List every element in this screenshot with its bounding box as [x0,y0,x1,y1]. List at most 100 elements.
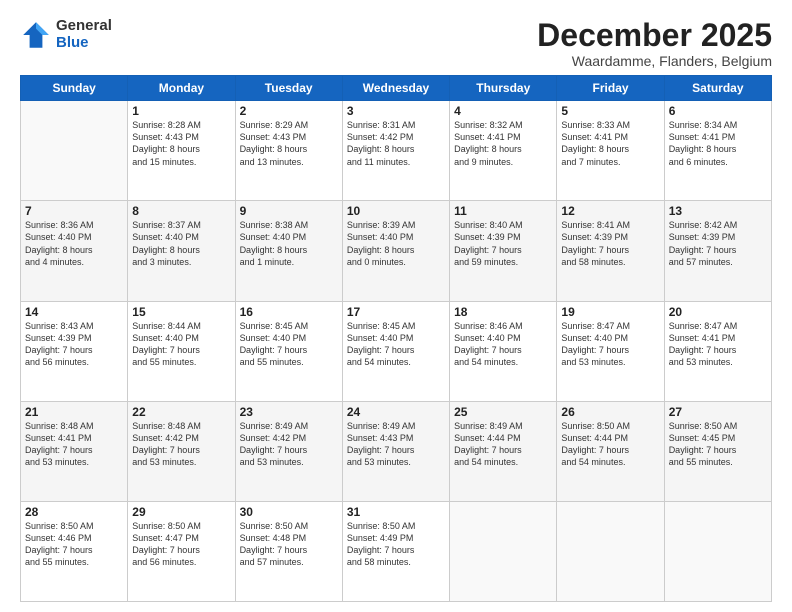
table-row: 29Sunrise: 8:50 AMSunset: 4:47 PMDayligh… [128,501,235,601]
day-number: 15 [132,305,230,319]
week-row-5: 28Sunrise: 8:50 AMSunset: 4:46 PMDayligh… [21,501,772,601]
logo-text: General Blue [56,18,112,51]
table-row [664,501,771,601]
day-info: Sunrise: 8:47 AMSunset: 4:40 PMDaylight:… [561,320,659,369]
table-row: 18Sunrise: 8:46 AMSunset: 4:40 PMDayligh… [450,301,557,401]
day-info: Sunrise: 8:50 AMSunset: 4:49 PMDaylight:… [347,520,445,569]
day-number: 24 [347,405,445,419]
header-saturday: Saturday [664,76,771,101]
day-number: 28 [25,505,123,519]
table-row: 22Sunrise: 8:48 AMSunset: 4:42 PMDayligh… [128,401,235,501]
week-row-4: 21Sunrise: 8:48 AMSunset: 4:41 PMDayligh… [21,401,772,501]
table-row: 9Sunrise: 8:38 AMSunset: 4:40 PMDaylight… [235,201,342,301]
day-info: Sunrise: 8:47 AMSunset: 4:41 PMDaylight:… [669,320,767,369]
week-row-1: 1Sunrise: 8:28 AMSunset: 4:43 PMDaylight… [21,101,772,201]
day-number: 30 [240,505,338,519]
day-number: 20 [669,305,767,319]
table-row [21,101,128,201]
day-info: Sunrise: 8:34 AMSunset: 4:41 PMDaylight:… [669,119,767,168]
day-number: 21 [25,405,123,419]
day-info: Sunrise: 8:46 AMSunset: 4:40 PMDaylight:… [454,320,552,369]
table-row: 12Sunrise: 8:41 AMSunset: 4:39 PMDayligh… [557,201,664,301]
day-info: Sunrise: 8:31 AMSunset: 4:42 PMDaylight:… [347,119,445,168]
logo-icon [20,19,52,51]
day-number: 14 [25,305,123,319]
day-info: Sunrise: 8:49 AMSunset: 4:44 PMDaylight:… [454,420,552,469]
day-number: 31 [347,505,445,519]
day-number: 1 [132,104,230,118]
weekday-header-row: Sunday Monday Tuesday Wednesday Thursday… [21,76,772,101]
day-info: Sunrise: 8:39 AMSunset: 4:40 PMDaylight:… [347,219,445,268]
logo-general-text: General [56,18,112,35]
table-row: 26Sunrise: 8:50 AMSunset: 4:44 PMDayligh… [557,401,664,501]
table-row: 6Sunrise: 8:34 AMSunset: 4:41 PMDaylight… [664,101,771,201]
day-number: 19 [561,305,659,319]
logo-blue-text: Blue [56,35,112,52]
day-number: 13 [669,204,767,218]
table-row: 27Sunrise: 8:50 AMSunset: 4:45 PMDayligh… [664,401,771,501]
day-number: 17 [347,305,445,319]
day-number: 18 [454,305,552,319]
table-row: 31Sunrise: 8:50 AMSunset: 4:49 PMDayligh… [342,501,449,601]
table-row: 8Sunrise: 8:37 AMSunset: 4:40 PMDaylight… [128,201,235,301]
day-number: 29 [132,505,230,519]
day-info: Sunrise: 8:44 AMSunset: 4:40 PMDaylight:… [132,320,230,369]
week-row-3: 14Sunrise: 8:43 AMSunset: 4:39 PMDayligh… [21,301,772,401]
table-row: 4Sunrise: 8:32 AMSunset: 4:41 PMDaylight… [450,101,557,201]
day-info: Sunrise: 8:49 AMSunset: 4:43 PMDaylight:… [347,420,445,469]
day-number: 25 [454,405,552,419]
header-thursday: Thursday [450,76,557,101]
location-subtitle: Waardamme, Flanders, Belgium [537,53,772,69]
day-number: 10 [347,204,445,218]
logo: General Blue [20,18,112,51]
table-row: 24Sunrise: 8:49 AMSunset: 4:43 PMDayligh… [342,401,449,501]
table-row: 25Sunrise: 8:49 AMSunset: 4:44 PMDayligh… [450,401,557,501]
table-row: 16Sunrise: 8:45 AMSunset: 4:40 PMDayligh… [235,301,342,401]
day-number: 3 [347,104,445,118]
table-row: 11Sunrise: 8:40 AMSunset: 4:39 PMDayligh… [450,201,557,301]
table-row: 1Sunrise: 8:28 AMSunset: 4:43 PMDaylight… [128,101,235,201]
header-wednesday: Wednesday [342,76,449,101]
day-info: Sunrise: 8:43 AMSunset: 4:39 PMDaylight:… [25,320,123,369]
day-info: Sunrise: 8:40 AMSunset: 4:39 PMDaylight:… [454,219,552,268]
calendar-table: Sunday Monday Tuesday Wednesday Thursday… [20,75,772,602]
day-info: Sunrise: 8:32 AMSunset: 4:41 PMDaylight:… [454,119,552,168]
header-monday: Monday [128,76,235,101]
day-number: 7 [25,204,123,218]
day-info: Sunrise: 8:41 AMSunset: 4:39 PMDaylight:… [561,219,659,268]
table-row: 19Sunrise: 8:47 AMSunset: 4:40 PMDayligh… [557,301,664,401]
day-info: Sunrise: 8:48 AMSunset: 4:42 PMDaylight:… [132,420,230,469]
day-info: Sunrise: 8:50 AMSunset: 4:48 PMDaylight:… [240,520,338,569]
day-number: 23 [240,405,338,419]
day-info: Sunrise: 8:28 AMSunset: 4:43 PMDaylight:… [132,119,230,168]
title-block: December 2025 Waardamme, Flanders, Belgi… [537,18,772,69]
day-number: 5 [561,104,659,118]
table-row: 30Sunrise: 8:50 AMSunset: 4:48 PMDayligh… [235,501,342,601]
header-sunday: Sunday [21,76,128,101]
table-row: 21Sunrise: 8:48 AMSunset: 4:41 PMDayligh… [21,401,128,501]
day-info: Sunrise: 8:38 AMSunset: 4:40 PMDaylight:… [240,219,338,268]
day-info: Sunrise: 8:50 AMSunset: 4:44 PMDaylight:… [561,420,659,469]
table-row: 5Sunrise: 8:33 AMSunset: 4:41 PMDaylight… [557,101,664,201]
day-info: Sunrise: 8:50 AMSunset: 4:45 PMDaylight:… [669,420,767,469]
day-info: Sunrise: 8:33 AMSunset: 4:41 PMDaylight:… [561,119,659,168]
day-info: Sunrise: 8:50 AMSunset: 4:46 PMDaylight:… [25,520,123,569]
table-row: 2Sunrise: 8:29 AMSunset: 4:43 PMDaylight… [235,101,342,201]
day-number: 9 [240,204,338,218]
table-row: 15Sunrise: 8:44 AMSunset: 4:40 PMDayligh… [128,301,235,401]
day-info: Sunrise: 8:49 AMSunset: 4:42 PMDaylight:… [240,420,338,469]
day-number: 26 [561,405,659,419]
day-info: Sunrise: 8:36 AMSunset: 4:40 PMDaylight:… [25,219,123,268]
week-row-2: 7Sunrise: 8:36 AMSunset: 4:40 PMDaylight… [21,201,772,301]
page: General Blue December 2025 Waardamme, Fl… [0,0,792,612]
table-row: 10Sunrise: 8:39 AMSunset: 4:40 PMDayligh… [342,201,449,301]
day-number: 12 [561,204,659,218]
day-info: Sunrise: 8:45 AMSunset: 4:40 PMDaylight:… [347,320,445,369]
table-row: 20Sunrise: 8:47 AMSunset: 4:41 PMDayligh… [664,301,771,401]
day-number: 22 [132,405,230,419]
table-row [557,501,664,601]
day-number: 11 [454,204,552,218]
header-tuesday: Tuesday [235,76,342,101]
day-info: Sunrise: 8:29 AMSunset: 4:43 PMDaylight:… [240,119,338,168]
table-row: 7Sunrise: 8:36 AMSunset: 4:40 PMDaylight… [21,201,128,301]
